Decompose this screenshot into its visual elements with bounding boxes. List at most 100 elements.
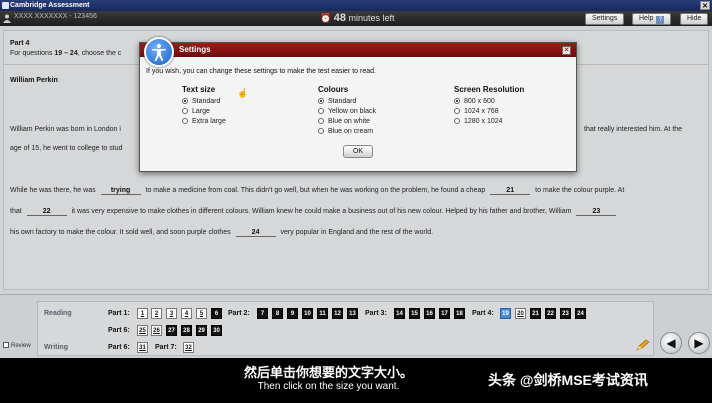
colours-option-standard[interactable]: Standard xyxy=(318,97,376,107)
mouse-pointer-icon: ☝ xyxy=(237,88,249,98)
instruction-prefix: For questions xyxy=(10,50,55,57)
question-7[interactable]: 7 xyxy=(257,308,268,319)
review-checkbox[interactable]: Review xyxy=(3,342,31,349)
timer-unit: minutes left xyxy=(348,13,395,23)
text-size-option-extra-large[interactable]: Extra large xyxy=(182,117,226,127)
radio-icon[interactable] xyxy=(318,128,324,134)
previous-button[interactable]: ◀ xyxy=(660,332,682,354)
question-5[interactable]: 5 xyxy=(196,308,207,319)
radio-icon[interactable] xyxy=(318,108,324,114)
clock-icon: ⏰ xyxy=(320,13,332,23)
paragraph-line-5: his own factory to make the colour. It s… xyxy=(10,229,433,237)
gap-24[interactable]: 24 xyxy=(235,229,276,237)
pencil-icon[interactable] xyxy=(636,339,650,351)
colours-option-label: Yellow on black xyxy=(328,108,376,115)
resolution-option-label: 1024 x 768 xyxy=(464,108,499,115)
line5-text-a: his own factory to make the colour. It s… xyxy=(10,229,231,236)
question-30[interactable]: 30 xyxy=(211,325,222,336)
paragraph-line-1-left: William Perkin was born in London i xyxy=(10,126,121,133)
resolution-heading: Screen Resolution xyxy=(454,85,525,94)
radio-icon[interactable] xyxy=(318,118,324,124)
question-17[interactable]: 17 xyxy=(439,308,450,319)
question-21[interactable]: 21 xyxy=(530,308,541,319)
reading-section-label: Reading xyxy=(44,310,72,317)
question-22[interactable]: 22 xyxy=(545,308,556,319)
question-29[interactable]: 29 xyxy=(196,325,207,336)
candidate-id: XXXX XXXXXXX - 123456 xyxy=(14,13,97,20)
app-window: Cambridge Assessment ✕ XXXX XXXXXXX - 12… xyxy=(0,0,712,403)
question-28[interactable]: 28 xyxy=(181,325,192,336)
colours-option-blue-on-cream[interactable]: Blue on cream xyxy=(318,127,376,137)
help-button[interactable]: Help? xyxy=(632,13,672,25)
radio-selected-icon[interactable] xyxy=(454,98,460,104)
colours-group: Colours Standard Yellow on black Blue on… xyxy=(318,85,376,137)
radio-icon[interactable] xyxy=(454,108,460,114)
gap-23[interactable]: 23 xyxy=(576,208,617,216)
writing-section-label: Writing xyxy=(44,344,68,351)
question-23[interactable]: 23 xyxy=(560,308,571,319)
question-4[interactable]: 4 xyxy=(181,308,192,319)
writing-part-7-label: Part 7: xyxy=(155,344,177,351)
article-title: William Perkin xyxy=(10,77,58,84)
text-size-option-standard[interactable]: Standard xyxy=(182,97,226,107)
question-20[interactable]: 20 xyxy=(515,308,526,319)
question-14[interactable]: 14 xyxy=(394,308,405,319)
question-15[interactable]: 15 xyxy=(409,308,420,319)
accessibility-icon xyxy=(144,37,174,67)
settings-button[interactable]: Settings xyxy=(585,13,625,25)
part-instructions: For questions 19 – 24, choose the c xyxy=(10,50,121,57)
gap-21[interactable]: 21 xyxy=(490,187,531,195)
hide-button[interactable]: Hide xyxy=(680,13,709,25)
resolution-option-1280x1024[interactable]: 1280 x 1024 xyxy=(454,117,524,127)
info-bar: XXXX XXXXXXX - 123456 ⏰ 48 minutes left … xyxy=(0,11,712,26)
instruction-range: 19 – 24 xyxy=(54,50,78,57)
reading-part-3-label: Part 3: xyxy=(365,310,387,317)
radio-selected-icon[interactable] xyxy=(182,98,188,104)
window-title: Cambridge Assessment xyxy=(10,2,90,9)
timer: ⏰ 48 minutes left xyxy=(320,12,395,24)
text-size-option-large[interactable]: Large xyxy=(182,107,226,117)
colours-option-yellow-on-black[interactable]: Yellow on black xyxy=(318,107,376,117)
question-12[interactable]: 12 xyxy=(332,308,343,319)
resolution-option-1024x768[interactable]: 1024 x 768 xyxy=(454,107,524,117)
dialog-close-button[interactable]: ✕ xyxy=(562,46,571,55)
reading-part-6-label: Part 6: xyxy=(108,327,130,334)
question-32[interactable]: 32 xyxy=(183,342,194,353)
question-13[interactable]: 13 xyxy=(347,308,358,319)
question-10[interactable]: 10 xyxy=(302,308,313,319)
radio-icon[interactable] xyxy=(182,108,188,114)
question-1[interactable]: 1 xyxy=(137,308,148,319)
resolution-option-800x600[interactable]: 800 x 600 xyxy=(454,97,524,107)
colours-option-blue-on-white[interactable]: Blue on white xyxy=(318,117,376,127)
review-label: Review xyxy=(11,343,31,349)
question-11[interactable]: 11 xyxy=(317,308,328,319)
text-size-option-label: Large xyxy=(192,108,210,115)
text-size-group: Text size Standard Large Extra large xyxy=(182,85,226,127)
question-27[interactable]: 27 xyxy=(166,325,177,336)
question-3[interactable]: 3 xyxy=(166,308,177,319)
watermark: 头条 @剑桥MSE考试资讯 xyxy=(488,372,648,388)
question-26[interactable]: 26 xyxy=(151,325,162,336)
settings-button-label: Settings xyxy=(592,15,618,22)
checkbox-icon[interactable] xyxy=(3,342,9,348)
question-19[interactable]: 19 xyxy=(500,308,511,319)
help-icon: ? xyxy=(656,16,665,24)
question-18[interactable]: 18 xyxy=(454,308,465,319)
ok-button[interactable]: OK xyxy=(343,145,373,158)
radio-icon[interactable] xyxy=(182,118,188,124)
radio-icon[interactable] xyxy=(454,118,460,124)
window-close-button[interactable]: ✕ xyxy=(700,1,710,10)
question-24[interactable]: 24 xyxy=(575,308,586,319)
question-31[interactable]: 31 xyxy=(137,342,148,353)
question-25[interactable]: 25 xyxy=(137,325,148,336)
question-6[interactable]: 6 xyxy=(211,308,222,319)
question-2[interactable]: 2 xyxy=(151,308,162,319)
writing-part-6-label: Part 6: xyxy=(108,344,130,351)
radio-selected-icon[interactable] xyxy=(318,98,324,104)
question-9[interactable]: 9 xyxy=(287,308,298,319)
question-8[interactable]: 8 xyxy=(272,308,283,319)
question-navigation: Reading Writing Part 1: 1 2 3 4 5 6 Part… xyxy=(0,294,712,358)
next-button[interactable]: ▶ xyxy=(688,332,710,354)
question-16[interactable]: 16 xyxy=(424,308,435,319)
gap-22[interactable]: 22 xyxy=(26,208,67,216)
